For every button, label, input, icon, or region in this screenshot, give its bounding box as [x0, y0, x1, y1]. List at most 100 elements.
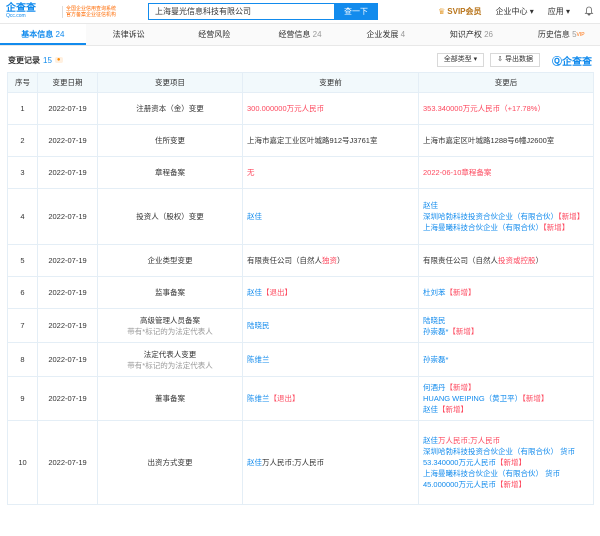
- tag-new: 【新增】: [438, 405, 468, 414]
- row-after: 353.340000万元人民币（+17.78%）: [418, 92, 594, 125]
- text-highlight: 独资: [322, 256, 337, 265]
- person-link[interactable]: 赵佳: [423, 436, 438, 445]
- person-link[interactable]: 陈维兰: [247, 394, 270, 403]
- row-before: 陈维兰【退出】: [242, 376, 419, 421]
- row-after[interactable]: 孙崇磊*: [418, 342, 594, 377]
- table-row: 9 2022-07-19 董事备案 陈维兰【退出】 何酒丹【新增】 HUANG …: [7, 376, 594, 421]
- tab-ip[interactable]: 知识产权 26: [429, 24, 515, 45]
- row-date: 2022-07-19: [37, 342, 98, 377]
- tab-legal[interactable]: 法律诉讼: [86, 24, 172, 45]
- table-row: 8 2022-07-19 法定代表人变更 带有*标记的为法定代表人 陈维兰 孙崇磊…: [7, 342, 594, 377]
- text-part: ）: [535, 256, 544, 265]
- tab-label: 经营信息: [278, 30, 311, 39]
- tab-basic-info[interactable]: 基本信息 24: [0, 24, 86, 45]
- crown-icon: ♛: [438, 7, 446, 16]
- row-item: 住所变更: [97, 124, 243, 157]
- row-no: 4: [7, 188, 38, 245]
- logo[interactable]: 企查查 Qcc.com: [6, 4, 62, 20]
- row-after: 何酒丹【新增】 HUANG WEIPING（黄卫平）【新增】 赵佳【新增】: [418, 376, 594, 421]
- row-item: 出资方式变更: [97, 420, 243, 505]
- item-note: 带有*标记的为法定代表人: [127, 360, 213, 370]
- main-tabs: 基本信息 24 法律诉讼 经营风险 经营信息 24 企业发展 4 知识产权 26…: [0, 24, 600, 46]
- table-row: 3 2022-07-19 章程备案 无 2022-06-10章程备案: [7, 156, 594, 189]
- export-label: 导出数据: [505, 56, 533, 63]
- header-date: 变更日期: [37, 72, 98, 93]
- notification-bell-icon[interactable]: [584, 6, 594, 18]
- tab-label: 历史信息: [537, 30, 570, 39]
- shareholder-link[interactable]: 上海曼曦科技合伙企业（有限合伙） 货币45.000000万元人民币: [423, 469, 560, 489]
- table-row: 4 2022-07-19 投资人（股权）变更 赵佳 赵佳 深圳哈勃科技投资合伙企…: [7, 188, 594, 245]
- row-item: 法定代表人变更 带有*标记的为法定代表人: [97, 342, 243, 377]
- section-count: 15: [43, 55, 52, 65]
- item-label: 高级管理人员备案: [140, 315, 200, 325]
- person-link[interactable]: 孙崇磊*: [423, 327, 448, 336]
- row-before: 上海市嘉定工业区叶城路912号J3761室: [242, 124, 419, 157]
- row-before: 无: [242, 156, 419, 189]
- row-no: 8: [7, 342, 38, 377]
- row-before: 赵佳万人民币;万人民币: [242, 420, 419, 505]
- row-date: 2022-07-19: [37, 420, 98, 505]
- table-row: 10 2022-07-19 出资方式变更 赵佳万人民币;万人民币 赵佳万人民币;…: [7, 420, 594, 505]
- shareholder-link[interactable]: 深圳哈勃科技投资合伙企业（有限合伙）: [423, 212, 558, 221]
- row-date: 2022-07-19: [37, 276, 98, 309]
- certification-note: 全国企业信用查询系统 官方备案企业征信机构: [62, 5, 142, 18]
- table-row: 1 2022-07-19 注册资本（金）变更 300.000000万元人民币 3…: [7, 92, 594, 125]
- text-part: 有限责任公司（自然人: [247, 256, 322, 265]
- person-link[interactable]: 何酒丹: [423, 383, 446, 392]
- person-link[interactable]: 陆晓民: [423, 315, 589, 326]
- table-row: 7 2022-07-19 高级管理人员备案 带有*标记的为法定代表人 陆晓民 陆晓…: [7, 308, 594, 343]
- search-input[interactable]: [148, 3, 334, 20]
- row-after: 赵佳 深圳哈勃科技投资合伙企业（有限合伙） 【新增】 上海曼曦科技合伙企业（有限合…: [418, 188, 594, 245]
- row-item: 章程备案: [97, 156, 243, 189]
- row-no: 2: [7, 124, 38, 157]
- tag-exit: 【退出】: [269, 394, 300, 403]
- row-no: 6: [7, 276, 38, 309]
- svip-label: SVIP会员: [447, 7, 482, 16]
- row-before: 300.000000万元人民币: [242, 92, 419, 125]
- svip-link[interactable]: ♛ SVIP会员: [438, 6, 481, 17]
- tab-operation-risk[interactable]: 经营风险: [171, 24, 257, 45]
- fire-icon: ●: [54, 57, 63, 63]
- item-note: 带有*标记的为法定代表人: [127, 326, 213, 336]
- top-bar: 企查查 Qcc.com 全国企业信用查询系统 官方备案企业征信机构 查一下 ♛S…: [0, 0, 600, 24]
- person-link[interactable]: 赵佳: [247, 458, 262, 467]
- tag-exit: 【退出】: [262, 288, 292, 297]
- row-before[interactable]: 陈维兰: [242, 342, 419, 377]
- row-date: 2022-07-19: [37, 188, 98, 245]
- tab-history[interactable]: 历史信息 5 VIP: [514, 24, 600, 45]
- filter-label: 全部类型: [443, 56, 472, 63]
- tag-new: 【新增】: [543, 223, 570, 232]
- tab-operation-info[interactable]: 经营信息 24: [257, 24, 343, 45]
- row-date: 2022-07-19: [37, 244, 98, 277]
- row-item: 董事备案: [97, 376, 243, 421]
- row-before[interactable]: 赵佳: [242, 188, 419, 245]
- row-before[interactable]: 陆晓民: [242, 308, 419, 343]
- row-after: 有限责任公司（自然人投资或控股）: [418, 244, 594, 277]
- shareholder-link[interactable]: 上海曼曦科技合伙企业（有限合伙）: [423, 223, 543, 232]
- row-date: 2022-07-19: [37, 376, 98, 421]
- person-link[interactable]: 赵佳: [423, 405, 438, 414]
- person-link[interactable]: 杜刘苯: [423, 288, 446, 297]
- row-item: 投资人（股权）变更: [97, 188, 243, 245]
- cert-line-2: 官方备案企业征信机构: [66, 11, 117, 18]
- row-after: 陆晓民 孙崇磊*【新增】: [418, 308, 594, 343]
- export-button[interactable]: ⇩ 导出数据: [490, 53, 540, 67]
- row-date: 2022-07-19: [37, 124, 98, 157]
- apps-menu[interactable]: 应用 ▾: [548, 6, 570, 17]
- tab-label: 基本信息: [21, 30, 54, 39]
- text-highlight: 投资或控股: [498, 256, 536, 265]
- type-filter-select[interactable]: 全部类型 ▾: [436, 53, 485, 67]
- row-before: 有限责任公司（自然人独资）: [242, 244, 419, 277]
- header-before: 变更前: [242, 72, 419, 93]
- person-link[interactable]: HUANG WEIPING（黄卫平）: [423, 394, 522, 403]
- tab-development[interactable]: 企业发展 4: [343, 24, 429, 45]
- tab-count: 26: [484, 30, 494, 39]
- tab-label: 知识产权: [449, 30, 482, 39]
- text-highlight: 万人民币;万人民币: [438, 436, 501, 445]
- person-link[interactable]: 赵佳: [247, 288, 262, 297]
- enterprise-center-menu[interactable]: 企业中心 ▾: [496, 6, 534, 17]
- shareholder-link[interactable]: 赵佳: [423, 200, 589, 211]
- search-button[interactable]: 查一下: [334, 3, 378, 20]
- header-no: 序号: [7, 72, 38, 93]
- row-item: 注册资本（金）变更: [97, 92, 243, 125]
